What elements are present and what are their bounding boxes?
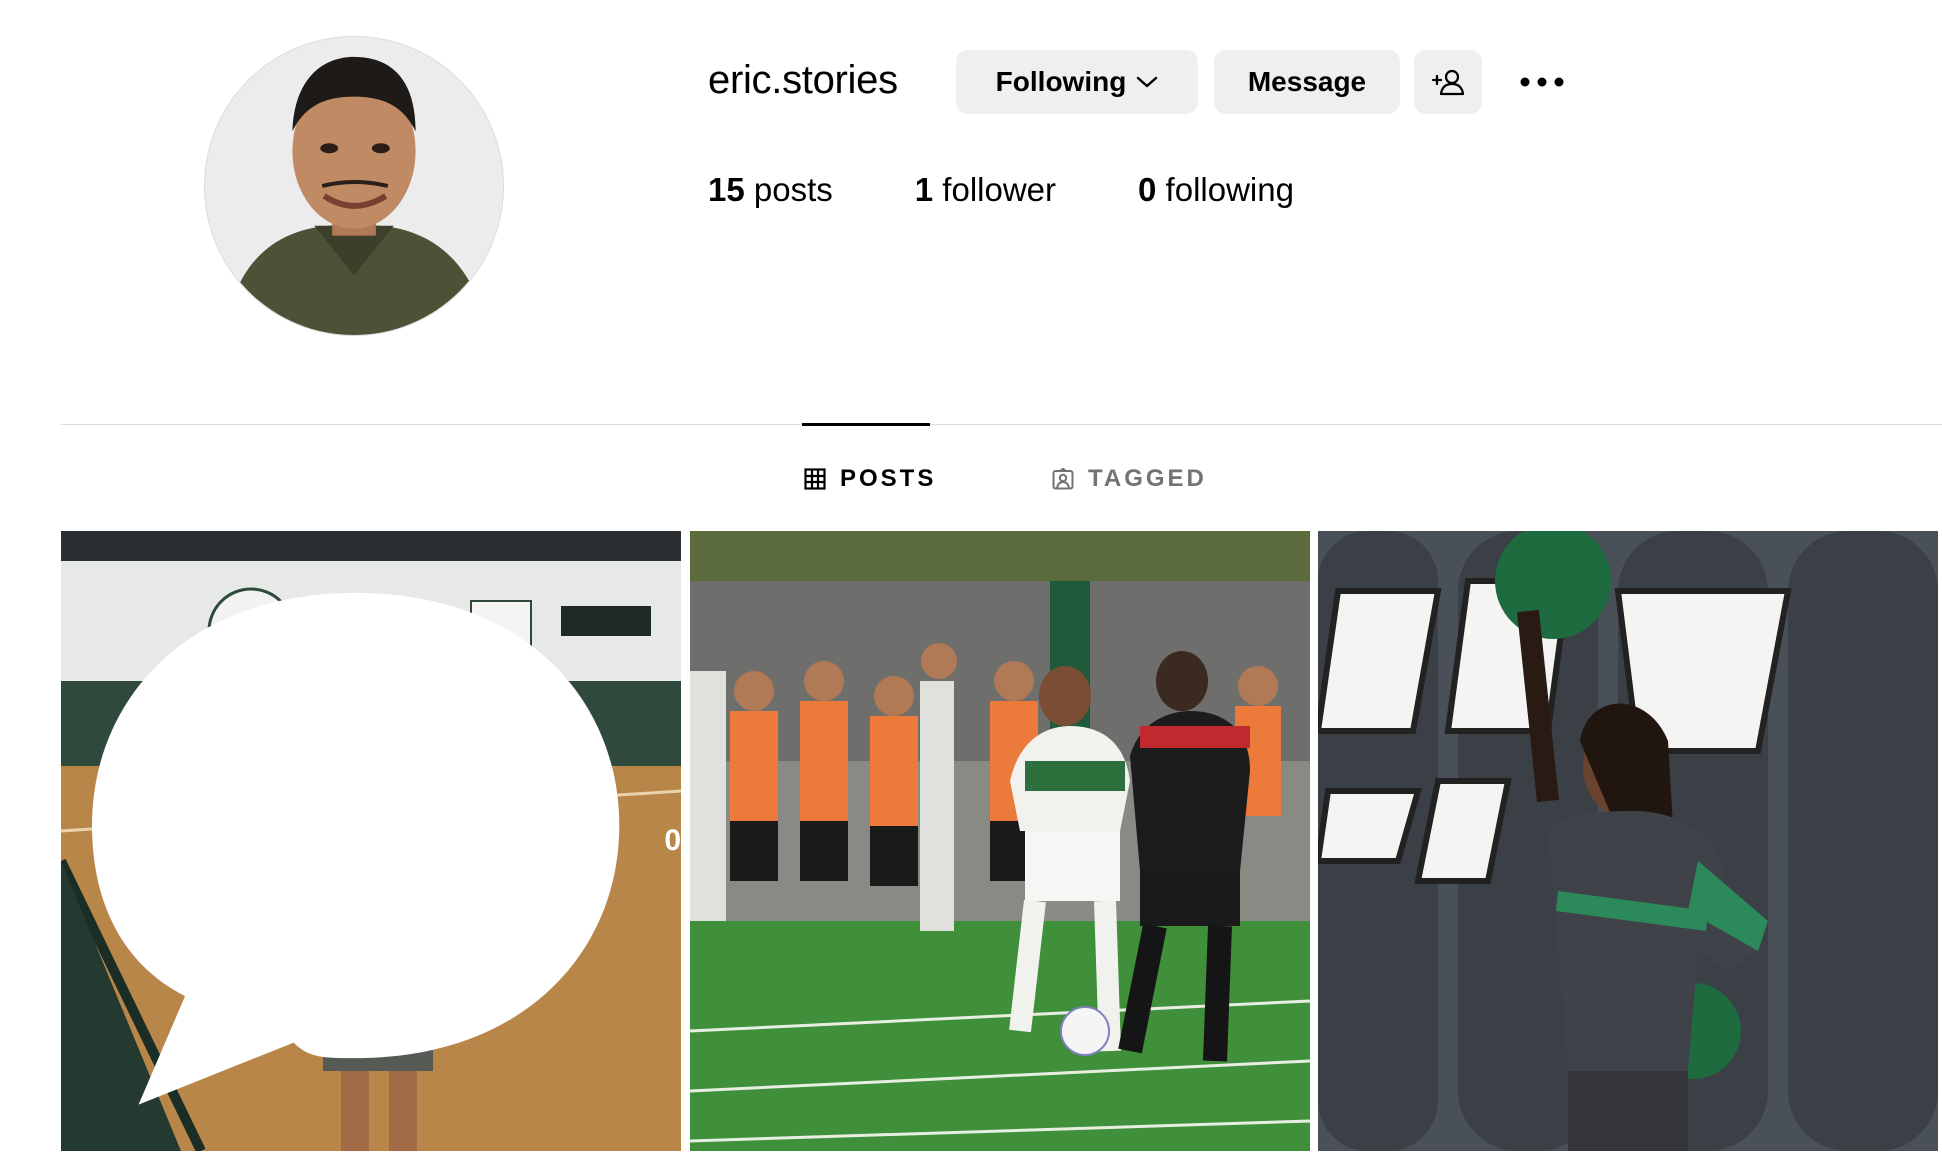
- message-button[interactable]: Message: [1214, 50, 1400, 114]
- avatar-photo: [205, 37, 503, 335]
- stat-following-label: following: [1165, 171, 1294, 208]
- more-horizontal-icon: [1520, 77, 1564, 87]
- cheerleader-photo: [1318, 531, 1938, 1151]
- post-tile-soccer[interactable]: [690, 531, 1310, 1151]
- post-tile-basketball[interactable]: 0: [61, 531, 681, 1151]
- tab-posts-label: POSTS: [840, 465, 937, 492]
- more-options-button[interactable]: [1512, 62, 1572, 102]
- profile-avatar[interactable]: [204, 36, 504, 336]
- soccer-match-photo: [690, 531, 1310, 1151]
- profile-username: eric.stories: [708, 58, 898, 102]
- comment-icon: [92, 592, 620, 1105]
- active-tab-indicator: [802, 423, 930, 426]
- stat-followers-count: 1: [914, 171, 934, 208]
- post-tile-cheer[interactable]: [1318, 531, 1938, 1151]
- post-comment-count: 0: [664, 824, 681, 857]
- stat-following[interactable]: 0 following: [1138, 168, 1294, 212]
- message-label: Message: [1247, 66, 1367, 97]
- person-add-icon: [1431, 69, 1465, 96]
- stat-posts-label: posts: [753, 171, 833, 208]
- tabs-divider: [61, 424, 1942, 425]
- tagged-icon: [1052, 468, 1074, 490]
- following-button[interactable]: Following: [956, 50, 1198, 114]
- add-user-button[interactable]: [1414, 50, 1482, 114]
- stat-posts: 15 posts: [708, 168, 833, 212]
- profile-stats: 15 posts 1 follower 0 following: [708, 168, 1376, 212]
- stat-followers-label: follower: [942, 171, 1057, 208]
- following-label: Following: [995, 66, 1127, 97]
- chevron-down-icon: [1137, 76, 1158, 88]
- tab-posts[interactable]: POSTS: [804, 462, 936, 496]
- stat-followers[interactable]: 1 follower: [915, 168, 1056, 212]
- stat-following-count: 0: [1138, 171, 1157, 208]
- post-hover-overlay: 0: [61, 531, 681, 1151]
- grid-icon: [804, 468, 826, 490]
- stat-posts-count: 15: [708, 171, 745, 208]
- tab-tagged-label: TAGGED: [1088, 465, 1207, 492]
- tab-tagged[interactable]: TAGGED: [1052, 462, 1207, 496]
